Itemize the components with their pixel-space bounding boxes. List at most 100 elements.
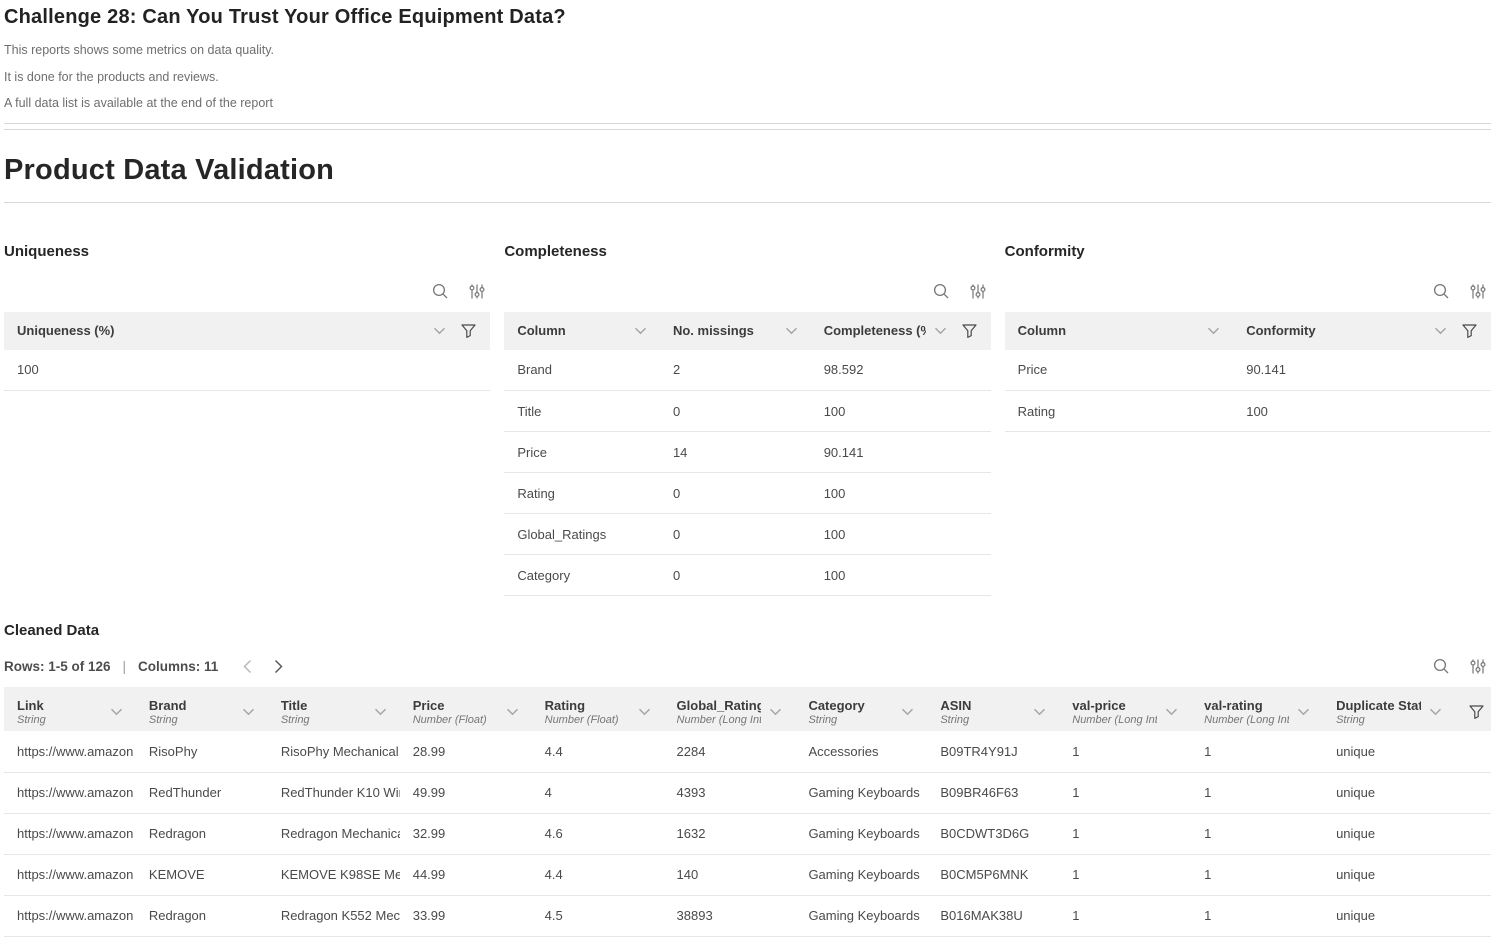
cell-no-missings: 14 [660, 432, 811, 473]
cell-column: Category [504, 555, 660, 596]
chevron-down-icon[interactable] [638, 708, 651, 716]
column-header-rating[interactable]: RatingNumber (Float) [532, 687, 664, 731]
cell-val-price: 1 [1059, 895, 1191, 936]
filter-icon[interactable] [460, 323, 477, 339]
cell-title: KEMOVE K98SE Mech [268, 854, 400, 895]
chevron-down-icon[interactable] [769, 708, 782, 716]
table-row: 100 [4, 350, 490, 391]
conformity-heading: Conformity [1005, 243, 1491, 260]
prev-page-icon[interactable] [242, 659, 253, 674]
chevron-down-icon[interactable] [374, 708, 387, 716]
uniqueness-panel: Uniqueness Uniqueness (%) [4, 243, 490, 597]
cell-empty [1455, 895, 1491, 936]
search-icon[interactable] [431, 282, 450, 301]
cell-completeness: 90.141 [811, 432, 991, 473]
cell-completeness: 100 [811, 473, 991, 514]
uniqueness-table: Uniqueness (%) 1 [4, 312, 490, 392]
chevron-down-icon[interactable] [1207, 327, 1220, 335]
filter-icon[interactable] [961, 323, 978, 339]
cell-price: 44.99 [400, 854, 532, 895]
cleaned-data-table: LinkString BrandString TitleString Price… [4, 687, 1491, 937]
column-header-title[interactable]: TitleString [268, 687, 400, 731]
column-header-val-rating[interactable]: val-ratingNumber (Long Integ… [1191, 687, 1323, 731]
column-header-completeness[interactable]: Completeness (%) [811, 312, 991, 350]
cell-rating: 4.4 [532, 731, 664, 772]
column-header-val-price[interactable]: val-priceNumber (Long Integ… [1059, 687, 1191, 731]
cell-uniqueness: 100 [4, 350, 490, 391]
column-header-category[interactable]: CategoryString [795, 687, 927, 731]
cell-asin: B0CDWT3D6G [927, 813, 1059, 854]
report-page: Challenge 28: Can You Trust Your Office … [0, 0, 1493, 937]
chevron-down-icon[interactable] [110, 708, 123, 716]
cell-asin: B09TR4Y91J [927, 731, 1059, 772]
column-header-label: Completeness (%) [824, 323, 926, 338]
column-header-column[interactable]: Column [1005, 312, 1234, 350]
column-header-global-ratings[interactable]: Global_RatingsNumber (Long Integ… [664, 687, 796, 731]
cell-link: https://www.amazon [4, 854, 136, 895]
column-header-brand[interactable]: BrandString [136, 687, 268, 731]
filter-icon[interactable] [1468, 704, 1478, 720]
chevron-down-icon[interactable] [1297, 708, 1310, 716]
cell-global-ratings: 38893 [664, 895, 796, 936]
chevron-down-icon[interactable] [242, 708, 255, 716]
column-header-conformity[interactable]: Conformity [1233, 312, 1491, 350]
table-filter-header[interactable] [1455, 687, 1491, 731]
cell-asin: B09BR46F63 [927, 772, 1059, 813]
table-row: https://www.amazon KEMOVE KEMOVE K98SE M… [4, 854, 1491, 895]
chevron-down-icon[interactable] [1033, 708, 1046, 716]
column-header-no-missings[interactable]: No. missings [660, 312, 811, 350]
next-page-icon[interactable] [273, 659, 284, 674]
section-title: Product Data Validation [4, 154, 1491, 187]
search-icon[interactable] [1432, 657, 1451, 676]
table-settings-icon[interactable] [468, 282, 486, 301]
chevron-down-icon[interactable] [901, 708, 914, 716]
cell-brand: Redragon [136, 895, 268, 936]
cell-conformity: 100 [1233, 391, 1491, 432]
table-settings-icon[interactable] [969, 282, 987, 301]
column-header-uniqueness[interactable]: Uniqueness (%) [4, 312, 490, 350]
cell-price: 49.99 [400, 772, 532, 813]
section-divider [4, 123, 1491, 130]
cell-column: Price [1005, 350, 1234, 391]
cell-val-price: 1 [1059, 854, 1191, 895]
chevron-down-icon[interactable] [634, 327, 647, 335]
cell-duplicate-status: unique [1323, 731, 1455, 772]
chevron-down-icon[interactable] [433, 327, 446, 335]
table-settings-icon[interactable] [1469, 282, 1487, 301]
column-header-duplicate-status[interactable]: Duplicate StatusString [1323, 687, 1455, 731]
cell-column: Title [504, 391, 660, 432]
column-header-price[interactable]: PriceNumber (Float) [400, 687, 532, 731]
column-header-link[interactable]: LinkString [4, 687, 136, 731]
column-header-asin[interactable]: ASINString [927, 687, 1059, 731]
chevron-down-icon[interactable] [934, 327, 947, 335]
chevron-down-icon[interactable] [1165, 708, 1178, 716]
table-row: Rating 0 100 [504, 473, 990, 514]
cell-rating: 4 [532, 772, 664, 813]
cell-completeness: 100 [811, 514, 991, 555]
chevron-down-icon[interactable] [1434, 327, 1447, 335]
column-header-label: Column [517, 323, 565, 338]
filter-icon[interactable] [1461, 323, 1478, 339]
chevron-down-icon[interactable] [506, 708, 519, 716]
cell-link: https://www.amazon [4, 772, 136, 813]
table-settings-icon[interactable] [1469, 657, 1487, 676]
search-icon[interactable] [1432, 282, 1451, 301]
cell-category: Gaming Keyboards [795, 854, 927, 895]
column-header-column[interactable]: Column [504, 312, 660, 350]
column-header-label: Column [1018, 323, 1066, 338]
chevron-down-icon[interactable] [1429, 708, 1442, 716]
cell-val-price: 1 [1059, 731, 1191, 772]
cell-val-price: 1 [1059, 813, 1191, 854]
cell-empty [1455, 813, 1491, 854]
search-icon[interactable] [932, 282, 951, 301]
page-title: Challenge 28: Can You Trust Your Office … [4, 6, 1491, 29]
section-rule [4, 202, 1491, 203]
cell-asin: B016MAK38U [927, 895, 1059, 936]
cell-column: Global_Ratings [504, 514, 660, 555]
chevron-down-icon[interactable] [785, 327, 798, 335]
completeness-table: Column No. missings [504, 312, 990, 597]
table-row: Title 0 100 [504, 391, 990, 432]
cleaned-header-row: LinkString BrandString TitleString Price… [4, 687, 1491, 731]
cell-brand: Redragon [136, 813, 268, 854]
uniqueness-heading: Uniqueness [4, 243, 490, 260]
